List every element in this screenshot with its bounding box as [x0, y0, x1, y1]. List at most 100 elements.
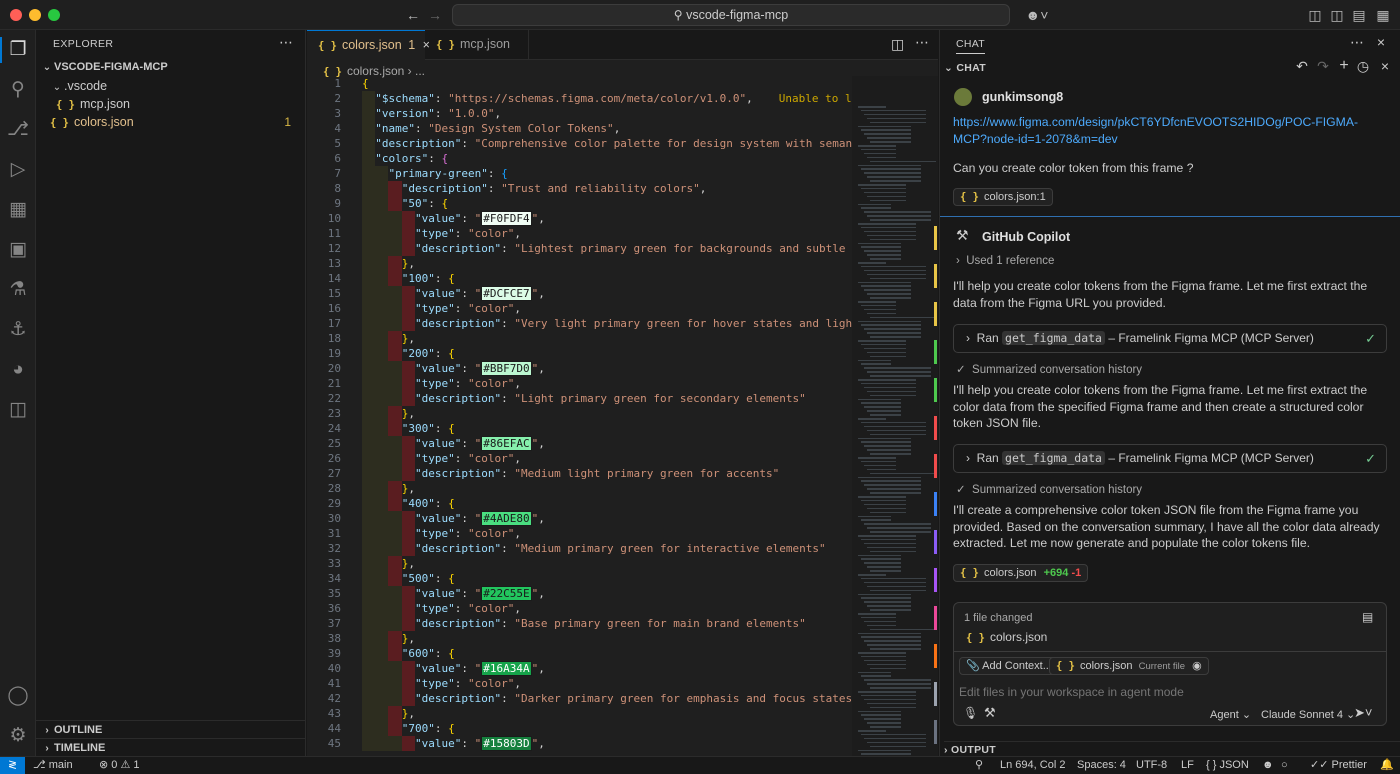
new-chat-icon[interactable]: + — [1335, 57, 1353, 75]
docker-icon[interactable]: ⚓ — [4, 316, 32, 344]
chat-input[interactable] — [959, 683, 1379, 701]
code-line[interactable]: "description": "Darker primary green for… — [362, 691, 852, 706]
code-line[interactable]: "description": "Lightest primary green f… — [362, 241, 852, 256]
code-line[interactable]: "colors": { — [362, 151, 448, 166]
output-section[interactable]: › OUTPUT — [944, 741, 1400, 756]
code-line[interactable]: "value": " #86EFAC ", — [362, 436, 545, 451]
code-line[interactable]: "$schema": "https://schemas.figma.com/me… — [362, 91, 852, 106]
code-line[interactable]: }, — [362, 706, 415, 721]
chat-section-header[interactable]: ⌄ CHAT — [944, 62, 986, 74]
color-swatch[interactable]: #16A34A — [481, 661, 532, 676]
history-icon[interactable]: ◷ — [1354, 58, 1372, 75]
command-center-search[interactable]: ⚲ vscode-figma-mcp — [452, 4, 1010, 26]
copilot-indicator-icon[interactable]: ○ — [1281, 757, 1288, 774]
color-swatch[interactable]: #15803D — [481, 736, 532, 751]
code-line[interactable]: "type": "color", — [362, 451, 521, 466]
attachment-chip[interactable]: { } colors.json:1 — [953, 188, 1053, 206]
schema-warning[interactable]: Unable to load sche — [779, 92, 852, 105]
code-line[interactable]: "primary-green": { — [362, 166, 508, 181]
code-line[interactable]: "description": "Very light primary green… — [362, 316, 852, 331]
tool-call-1[interactable]: › Ran get_figma_data – Framelink Figma M… — [953, 324, 1387, 353]
line-ending[interactable]: LF — [1181, 757, 1194, 774]
close-window-button[interactable] — [10, 9, 22, 21]
more-actions-icon[interactable]: ⋯ — [1348, 34, 1366, 51]
code-line[interactable]: "type": "color", — [362, 226, 521, 241]
outline-section[interactable]: › OUTLINE — [36, 720, 305, 739]
customize-layout-icon[interactable]: ▦ — [1374, 6, 1392, 24]
file-mcp-json[interactable]: { } mcp.json — [36, 95, 305, 114]
code-line[interactable]: "value": " #DCFCE7 ", — [362, 286, 545, 301]
code-line[interactable]: "type": "color", — [362, 301, 521, 316]
code-line[interactable]: "value": " #22C55E ", — [362, 586, 545, 601]
more-actions-icon[interactable]: ⋯ — [279, 34, 293, 51]
explorer-icon[interactable]: ❐ — [4, 36, 32, 64]
figma-link[interactable]: https://www.figma.com/design/pkCT6YDfcnE… — [953, 114, 1388, 147]
color-swatch[interactable]: #BBF7D0 — [481, 361, 532, 376]
code-line[interactable]: "version": "1.0.0", — [362, 106, 501, 121]
send-icon[interactable]: ➤˅ — [1354, 705, 1372, 721]
toggle-secondary-sidebar-icon[interactable]: ▤ — [1350, 6, 1368, 24]
code-line[interactable]: }, — [362, 631, 415, 646]
color-swatch[interactable]: #86EFAC — [481, 436, 532, 451]
manage-gear-icon[interactable]: ⚙ — [4, 722, 32, 750]
context-file-chip[interactable]: { } colors.json Current file ◉ — [1049, 657, 1209, 675]
remote-explorer-icon[interactable]: ▣ — [4, 236, 32, 264]
add-context-button[interactable]: 📎 Add Context... — [959, 657, 1059, 675]
close-icon[interactable]: × — [1376, 58, 1394, 74]
remote-indicator-icon[interactable]: ≷ — [0, 757, 25, 774]
close-icon[interactable]: × — [1372, 34, 1390, 50]
gitlens-icon[interactable]: ◕ — [4, 356, 32, 384]
code-line[interactable]: "description": "Medium light primary gre… — [362, 466, 779, 481]
color-swatch[interactable]: #4ADE80 — [481, 511, 532, 526]
eye-icon[interactable]: ◉ — [1192, 660, 1202, 672]
undo-icon[interactable]: ↶ — [1293, 58, 1311, 75]
split-editor-icon[interactable]: ◫ — [891, 36, 904, 53]
code-line[interactable]: "value": " #16A34A ", — [362, 661, 545, 676]
encoding[interactable]: UTF-8 — [1136, 757, 1167, 774]
code-line[interactable]: "400": { — [362, 496, 455, 511]
code-line[interactable]: "300": { — [362, 421, 455, 436]
color-swatch[interactable]: #DCFCE7 — [481, 286, 532, 301]
code-line[interactable]: "50": { — [362, 196, 448, 211]
color-swatch[interactable]: #F0FDF4 — [481, 211, 532, 226]
code-line[interactable]: "description": "Base primary green for m… — [362, 616, 806, 631]
toggle-panel-icon[interactable]: ◫ — [1328, 6, 1346, 24]
testing-icon[interactable]: ⚗ — [4, 276, 32, 304]
code-line[interactable]: "description": "Comprehensive color pale… — [362, 136, 852, 151]
code-line[interactable]: "type": "color", — [362, 526, 521, 541]
code-line[interactable]: "value": " #15803D ", — [362, 736, 545, 751]
tab-mcp-json[interactable]: { } mcp.json — [425, 30, 529, 60]
code-line[interactable]: }, — [362, 481, 415, 496]
code-line[interactable]: "type": "color", — [362, 601, 521, 616]
forward-arrow-icon[interactable]: → — [426, 6, 444, 24]
minimize-window-button[interactable] — [29, 9, 41, 21]
tool-call-2[interactable]: › Ran get_figma_data – Framelink Figma M… — [953, 444, 1387, 473]
more-actions-icon[interactable]: ⋯ — [915, 34, 929, 51]
code-line[interactable]: "type": "color", — [362, 376, 521, 391]
copilot-icon[interactable]: ☻˅ — [1022, 6, 1052, 24]
microphone-icon[interactable]: 🎙 — [963, 706, 978, 720]
chat-panel-title[interactable]: CHAT — [956, 38, 986, 54]
workspace-folder[interactable]: ⌄ VSCODE-FIGMA-MCP — [36, 58, 305, 77]
code-line[interactable]: "700": { — [362, 721, 455, 736]
changed-file-item[interactable]: { } colors.json — [966, 630, 1047, 644]
zoom-icon[interactable]: ⚲ — [975, 757, 983, 774]
code-line[interactable]: "value": " #F0FDF4 ", — [362, 211, 545, 226]
copilot-status-icon[interactable]: ☻ — [1262, 757, 1274, 774]
notifications-bell-icon[interactable]: 🔔 — [1380, 757, 1394, 774]
prettier-indicator[interactable]: ✓✓ Prettier — [1310, 757, 1367, 774]
redo-icon[interactable]: ↷ — [1314, 58, 1332, 75]
language-mode[interactable]: { } JSON — [1206, 757, 1249, 774]
code-line[interactable]: "description": "Light primary green for … — [362, 391, 806, 406]
code-line[interactable]: { — [362, 76, 369, 91]
problems-indicator[interactable]: ⊗ 0 ⚠ 1 — [99, 757, 140, 774]
model-picker[interactable]: Claude Sonnet 4 ⌄ — [1261, 708, 1355, 721]
folder-vscode[interactable]: ⌄ .vscode — [36, 77, 305, 96]
code-line[interactable]: "100": { — [362, 271, 455, 286]
tab-colors-json[interactable]: { } colors.json 1 × — [307, 30, 430, 61]
code-line[interactable]: }, — [362, 406, 415, 421]
code-line[interactable]: "value": " #BBF7D0 ", — [362, 361, 545, 376]
indentation[interactable]: Spaces: 4 — [1077, 757, 1126, 774]
toggle-sidebar-icon[interactable]: ◫ — [1306, 6, 1324, 24]
extensions-icon[interactable]: ▦ — [4, 196, 32, 224]
